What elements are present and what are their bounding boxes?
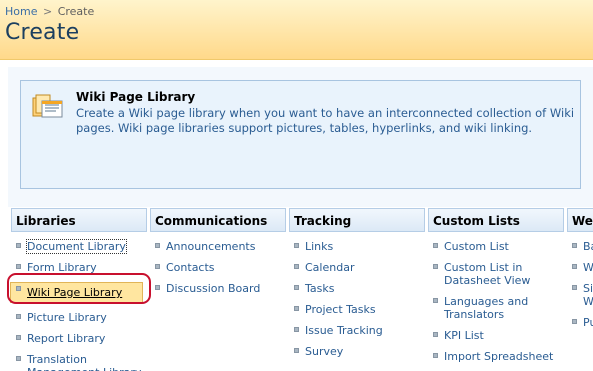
column-tracking: Tracking Links Calendar Tasks Project Ta… [289, 208, 425, 371]
bullet-icon [433, 298, 438, 303]
column-header-tracking: Tracking [289, 208, 425, 232]
picture-library-link[interactable]: Picture Library [27, 311, 107, 324]
page-title: Create [5, 20, 80, 45]
list-item[interactable]: Custom List [428, 240, 564, 253]
bullet-icon [433, 264, 438, 269]
list-item[interactable]: Tasks [289, 282, 425, 295]
bullet-icon [572, 264, 577, 269]
description-title: Wiki Page Library [76, 90, 196, 104]
list-item[interactable]: Sites and Workspaces [567, 282, 593, 308]
list-item[interactable]: Translation Management Library [11, 353, 147, 371]
bullet-icon [294, 348, 299, 353]
basic-page-link[interactable]: Basic Page [583, 240, 593, 253]
bullet-icon [16, 314, 21, 319]
translation-management-library-link[interactable]: Translation Management Library [27, 353, 141, 371]
bullet-icon [294, 243, 299, 248]
document-library-link[interactable]: Document Library [26, 239, 127, 254]
list-item[interactable]: Basic Page [567, 240, 593, 253]
list-item[interactable]: Import Spreadsheet [428, 350, 564, 363]
bullet-icon [16, 335, 21, 340]
web-part-page-link[interactable]: Web Part Page [583, 261, 593, 274]
column-communications: Communications Announcements Contacts Di… [150, 208, 286, 371]
list-item[interactable]: Announcements [150, 240, 286, 253]
bullet-icon [155, 285, 160, 290]
list-item[interactable]: Publishing Page [567, 316, 593, 329]
custom-list-link[interactable]: Custom List [444, 240, 509, 253]
column-header-custom-lists: Custom Lists [428, 208, 564, 232]
bullet-icon [572, 319, 577, 324]
list-item[interactable]: Issue Tracking [289, 324, 425, 337]
custom-list-datasheet-link[interactable]: Custom List in Datasheet View [444, 261, 530, 287]
bullet-icon [572, 243, 577, 248]
list-item[interactable]: Contacts [150, 261, 286, 274]
column-header-web-pages: Web Pages [567, 208, 593, 232]
bullet-icon [433, 353, 438, 358]
sites-workspaces-link[interactable]: Sites and Workspaces [583, 282, 593, 308]
column-header-communications: Communications [150, 208, 286, 232]
list-item[interactable]: Report Library [11, 332, 147, 345]
calendar-link[interactable]: Calendar [305, 261, 354, 274]
bullet-icon [294, 306, 299, 311]
breadcrumb-home-link[interactable]: Home [5, 5, 37, 18]
bullet-icon [294, 327, 299, 332]
list-item[interactable]: Languages and Translators [428, 295, 564, 321]
links-link[interactable]: Links [305, 240, 333, 253]
bullet-icon [433, 332, 438, 337]
tasks-link[interactable]: Tasks [305, 282, 334, 295]
wiki-library-icon [32, 94, 63, 118]
discussion-board-link[interactable]: Discussion Board [166, 282, 260, 295]
description-panel: Wiki Page Library Create a Wiki page lib… [20, 80, 581, 189]
project-tasks-link[interactable]: Project Tasks [305, 303, 376, 316]
contacts-link[interactable]: Contacts [166, 261, 215, 274]
breadcrumb-current: Create [57, 5, 95, 18]
import-spreadsheet-link[interactable]: Import Spreadsheet [444, 350, 553, 363]
bullet-icon [433, 243, 438, 248]
list-item[interactable]: Project Tasks [289, 303, 425, 316]
list-item[interactable]: Links [289, 240, 425, 253]
list-item[interactable]: KPI List [428, 329, 564, 342]
report-library-link[interactable]: Report Library [27, 332, 105, 345]
publishing-page-link[interactable]: Publishing Page [583, 316, 593, 329]
bullet-icon [572, 285, 577, 290]
bullet-icon [16, 356, 21, 361]
survey-link[interactable]: Survey [305, 345, 343, 358]
bullet-icon [155, 243, 160, 248]
bullet-icon [294, 285, 299, 290]
column-custom-lists: Custom Lists Custom List Custom List in … [428, 208, 564, 371]
breadcrumb: Home > Create [5, 5, 94, 18]
bullet-icon [16, 243, 21, 248]
announcements-link[interactable]: Announcements [166, 240, 255, 253]
selection-highlight-ring [7, 273, 151, 304]
column-header-libraries: Libraries [11, 208, 147, 232]
list-item[interactable]: Custom List in Datasheet View [428, 261, 564, 287]
kpi-list-link[interactable]: KPI List [444, 329, 484, 342]
bullet-icon [294, 264, 299, 269]
list-item[interactable]: Survey [289, 345, 425, 358]
column-web-pages: Web Pages Basic Page Web Part Page Sites… [567, 208, 593, 371]
list-item[interactable]: Calendar [289, 261, 425, 274]
list-item[interactable]: Picture Library [11, 311, 147, 324]
bullet-icon [16, 264, 21, 269]
languages-translators-link[interactable]: Languages and Translators [444, 295, 528, 321]
bullet-icon [155, 264, 160, 269]
issue-tracking-link[interactable]: Issue Tracking [305, 324, 383, 337]
description-text: Create a Wiki page library when you want… [76, 106, 575, 135]
page-header: Home > Create Create [0, 0, 593, 60]
list-item[interactable]: Document Library [11, 239, 147, 254]
breadcrumb-separator: > [42, 5, 53, 18]
list-item[interactable]: Web Part Page [567, 261, 593, 274]
list-item[interactable]: Discussion Board [150, 282, 286, 295]
